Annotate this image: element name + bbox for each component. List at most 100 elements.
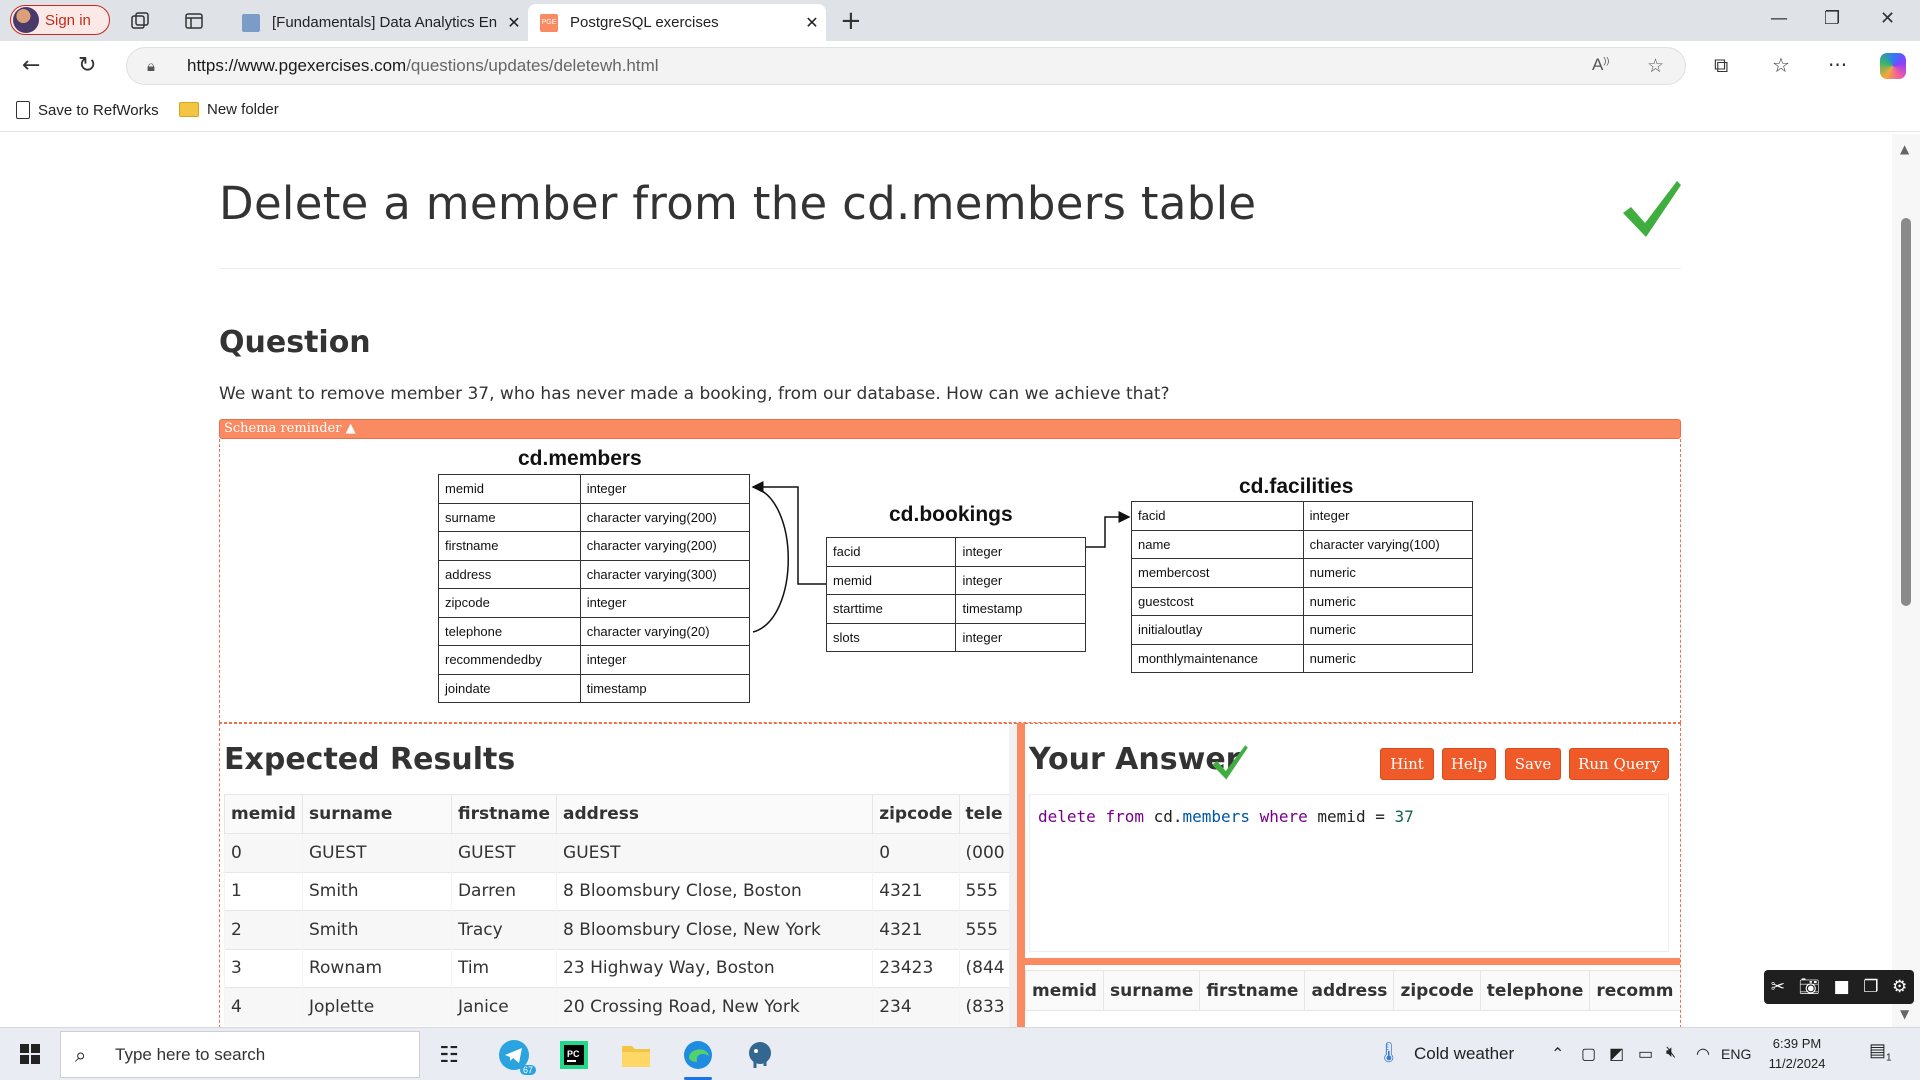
taskbar-search-input[interactable]: ⌕ Type here to search <box>60 1031 420 1078</box>
maximize-icon[interactable]: ❐ <box>1824 8 1840 29</box>
speaker-muted-icon[interactable]: 🔇︎ <box>1666 1044 1676 1062</box>
editor-resize-handle[interactable] <box>1025 958 1680 965</box>
copilot-icon[interactable] <box>1880 53 1906 79</box>
notification-count: 1 <box>1886 1052 1892 1064</box>
pge-favicon-icon: PGE <box>540 13 558 32</box>
table-cell: Smith <box>301 910 452 949</box>
table-row: 3 Rownam Tim 23 Highway Way, Boston 23423 (84… <box>224 948 1017 988</box>
column-header: recomm <box>1589 970 1680 1011</box>
table-cell: 8 Bloomsbury Close, Boston <box>556 871 873 911</box>
svg-text:PC: PC <box>567 1049 580 1059</box>
table-cell: Darren <box>450 871 557 911</box>
telegram-icon[interactable]: 67 <box>496 1037 536 1075</box>
code-table: members <box>1182 807 1250 826</box>
document-icon <box>16 101 30 119</box>
bookmark-save-to-refworks[interactable]: Save to RefWorks <box>16 101 159 119</box>
table-cell: 0 <box>224 833 303 872</box>
edge-browser-icon[interactable] <box>680 1037 716 1080</box>
video-icon[interactable]: ■ <box>1834 977 1850 997</box>
success-check-icon <box>1623 181 1681 237</box>
camera-icon[interactable]: 📷︎ <box>1799 977 1821 997</box>
code-column: memid <box>1317 807 1366 826</box>
weather-text[interactable]: Cold weather <box>1414 1044 1514 1064</box>
extensions-icon[interactable]: ⧉ <box>1714 53 1728 77</box>
scroll-up-icon[interactable]: ▲ <box>1900 142 1909 156</box>
postgresql-icon[interactable] <box>742 1037 778 1073</box>
favorites-icon[interactable]: ☆ <box>1772 53 1790 77</box>
table-cell: 20 Crossing Road, New York <box>556 987 873 1026</box>
table-row: 1 Smith Darren 8 Bloomsbury Close, Boston 43… <box>224 871 1017 911</box>
window-icon[interactable]: ❐ <box>1863 977 1878 997</box>
help-button[interactable]: Help <box>1442 748 1496 780</box>
task-view-icon[interactable]: ☷ <box>431 1037 467 1073</box>
url-input[interactable]: 🔒︎ https://www.pgexercises.com/questions… <box>126 47 1686 85</box>
battery-icon[interactable]: ▭ <box>1638 1044 1653 1064</box>
page-scrollbar[interactable]: ▲ ▼ <box>1892 134 1920 1027</box>
question-heading: Question <box>219 325 371 360</box>
workspaces-icon[interactable] <box>128 9 152 33</box>
more-menu-icon[interactable]: ··· <box>1828 53 1847 77</box>
expected-results-scrollbar[interactable] <box>1009 724 1017 1027</box>
run-query-button[interactable]: Run Query <box>1569 748 1669 780</box>
schema-diagram: cd.members memid integer surname character … <box>219 439 1681 723</box>
search-icon: ⌕ <box>75 1042 87 1067</box>
table-cell: 1 <box>224 871 303 911</box>
settings-gear-icon[interactable]: ⚙ <box>1892 977 1907 997</box>
new-tab-icon[interactable]: + <box>840 6 862 36</box>
close-window-icon[interactable]: ✕ <box>1880 8 1895 29</box>
tab-actions-icon[interactable] <box>182 9 206 33</box>
start-windows-icon[interactable] <box>20 1044 40 1064</box>
pycharm-icon[interactable]: PC <box>556 1037 592 1073</box>
language-indicator[interactable]: ENG <box>1721 1046 1751 1062</box>
snip-icon[interactable]: ✂ <box>1771 977 1785 997</box>
code-keyword: from <box>1105 807 1144 826</box>
table-cell: GUEST <box>301 833 452 872</box>
sql-editor[interactable]: delete from cd.members where memid = 37 <box>1029 794 1669 952</box>
telegram-badge: 67 <box>519 1065 536 1075</box>
code-operator: = <box>1375 807 1385 826</box>
tab-postgresql-exercises[interactable]: PGE PostgreSQL exercises ✕ <box>528 4 826 41</box>
save-button[interactable]: Save <box>1505 748 1561 780</box>
panel-divider[interactable] <box>1017 723 1025 1027</box>
scrollbar-thumb[interactable] <box>1901 218 1911 606</box>
wifi-icon[interactable]: ◠ <box>1696 1044 1710 1064</box>
column-header: firstname <box>1199 970 1306 1011</box>
bookmarks-bar: Save to RefWorks New folder <box>0 92 1920 132</box>
lock-icon[interactable]: 🔒︎ <box>147 57 177 75</box>
your-answer-panel: Your Answer Hint Help Save Run Query del… <box>1025 723 1681 1027</box>
bookmark-new-folder[interactable]: New folder <box>179 101 279 118</box>
meet-now-icon[interactable]: ◩ <box>1609 1044 1624 1064</box>
favorite-star-icon[interactable]: ☆ <box>1647 55 1664 77</box>
address-bar-row: ← ↻ 🔒︎ https://www.pgexercises.com/quest… <box>0 41 1920 92</box>
weather-icon[interactable]: 🌡︎ <box>1376 1040 1401 1065</box>
table-cell: 4321 <box>872 871 960 911</box>
show-hidden-icons-chevron-icon[interactable]: ⌃ <box>1551 1044 1564 1064</box>
schema-reminder-toggle[interactable]: Schema reminder ▲ <box>219 419 1681 439</box>
refresh-icon[interactable]: ↻ <box>78 53 96 78</box>
device-icon[interactable]: ▢ <box>1581 1044 1596 1064</box>
page-title: Delete a member from the cd.members tabl… <box>219 177 1257 230</box>
close-tab-icon[interactable]: ✕ <box>798 13 826 33</box>
file-explorer-icon[interactable] <box>618 1037 654 1073</box>
table-cell: Janice <box>450 987 557 1026</box>
code-number: 37 <box>1394 807 1414 826</box>
expected-results-panel: Expected Results memid surname firstname ad… <box>219 723 1017 1027</box>
read-aloud-icon[interactable]: A)) <box>1592 55 1609 75</box>
scroll-down-icon[interactable]: ▼ <box>1900 1007 1909 1021</box>
table-cell: Tracy <box>450 910 557 949</box>
browser-tab-bar: Sign in [Fundamentals] Data Analytics En… <box>0 0 1920 41</box>
close-tab-icon[interactable]: ✕ <box>500 13 528 33</box>
table-cell: 2 <box>224 910 303 949</box>
notifications-icon[interactable]: ▤1 <box>1869 1040 1892 1064</box>
tab-data-analytics[interactable]: [Fundamentals] Data Analytics En ✕ <box>230 4 528 41</box>
code-keyword: delete <box>1038 807 1096 826</box>
minimize-icon[interactable]: — <box>1770 8 1788 29</box>
hint-button[interactable]: Hint <box>1380 748 1434 780</box>
back-icon[interactable]: ← <box>22 53 40 78</box>
your-answer-heading: Your Answer <box>1029 742 1241 777</box>
sign-in-button[interactable]: Sign in <box>10 5 110 35</box>
tab-title: [Fundamentals] Data Analytics En <box>272 14 498 31</box>
taskbar-clock[interactable]: 6:39 PM 11/2/2024 <box>1757 1034 1837 1074</box>
bookmark-label: New folder <box>207 101 279 118</box>
table-cell: 4 <box>224 987 303 1026</box>
